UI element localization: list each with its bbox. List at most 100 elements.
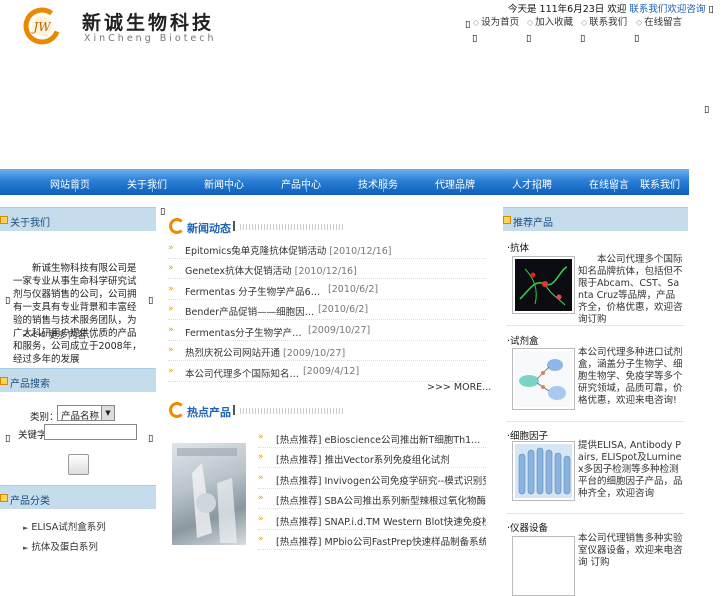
divider <box>506 513 684 514</box>
logo-subtitle: XinCheng Biotech <box>84 33 217 44</box>
news-item[interactable]: » 本公司代理多个国际知名品牌生物试剂产品价格优惠欢迎来电咨询订购 [2009/… <box>168 362 486 382</box>
recommend-image-instrument[interactable] <box>512 536 575 596</box>
svg-text:JW: JW <box>30 20 52 34</box>
logo-title: 新诚生物科技 <box>82 12 215 34</box>
double-arrow-icon: » <box>168 243 174 253</box>
nav-divider <box>75 178 76 192</box>
recommend-image-kit[interactable] <box>512 348 575 410</box>
nav-products[interactable]: 产品中心 <box>281 176 321 191</box>
category-header: 产品分类 <box>0 485 156 509</box>
news-item[interactable]: » Genetex抗体大促销活动 [2010/12/16] <box>168 259 486 279</box>
nav-divider <box>614 178 615 192</box>
about-header: 关于我们 <box>0 207 156 231</box>
nav-contact[interactable]: 联系我们 <box>640 176 680 191</box>
bullet-icon: ◇ <box>636 18 643 27</box>
nav-jobs[interactable]: 人才招聘 <box>512 176 552 191</box>
nav-news[interactable]: 新闻中心 <box>204 176 244 191</box>
search-header: 产品搜索 <box>0 368 156 392</box>
missing-glyph-icon: ▯ <box>5 433 11 444</box>
square-bullet-icon <box>0 216 8 224</box>
title-divider <box>233 405 235 415</box>
double-arrow-icon: » <box>168 263 174 273</box>
title-decoration <box>240 224 345 230</box>
category-item[interactable]: ► 抗体及蛋白系列 <box>23 539 98 553</box>
nav-message[interactable]: 在线留言 <box>589 176 629 191</box>
news-item[interactable]: » Epitomics兔单克隆抗体促销活动 [2010/12/16] <box>168 239 486 259</box>
product-photo[interactable] <box>172 443 246 545</box>
missing-glyph-icon: ▯ <box>5 295 11 306</box>
missing-glyph-icon: ▯ <box>148 433 154 444</box>
missing-glyph-icon: ▯ <box>580 33 586 44</box>
bullet-icon: ◇ <box>473 18 480 27</box>
missing-glyph-icon: ▯ <box>465 19 471 30</box>
divider <box>506 325 684 326</box>
nav-services[interactable]: 技术服务 <box>358 176 398 191</box>
divider <box>506 421 684 422</box>
main-navbar: 网站首页 关于我们 新闻中心 产品中心 技术服务 代理品牌 人才招聘 在线留言 … <box>0 169 689 195</box>
top-link-favorite[interactable]: ◇ 加入收藏 <box>527 14 573 28</box>
news-item[interactable]: » Fermentas 分子生物学产品6月份促销活动火热进行中 [2010/6/… <box>168 280 486 300</box>
square-bullet-icon <box>0 377 8 385</box>
search-keyword-input[interactable] <box>44 424 137 440</box>
recommend-item-title[interactable]: ·细胞因子 <box>507 428 548 442</box>
title-divider <box>233 221 235 231</box>
double-arrow-icon: » <box>168 304 174 314</box>
product-item[interactable]: » [热点推荐] MPbio公司FastPrep快速样品制备系统 <box>258 530 486 550</box>
arrow-icon: ► <box>23 544 29 552</box>
products-title: 热点产品 <box>187 406 231 419</box>
news-item[interactable]: » Fermentas分子生物学产品限时特价 [2009/10/27] <box>168 321 486 341</box>
missing-glyph-icon: ▯ <box>160 206 166 217</box>
double-arrow-icon: » <box>258 473 264 483</box>
double-arrow-icon: » <box>168 325 174 335</box>
search-type-label: 类别： <box>30 412 59 423</box>
double-arrow-icon: » <box>258 514 264 524</box>
missing-glyph-icon: ▯ <box>634 33 640 44</box>
recommend-item-title[interactable]: ·仪器设备 <box>507 520 548 534</box>
search-type-select[interactable]: 产品名称 ▼ <box>57 405 115 422</box>
arrow-icon: ► <box>23 524 29 532</box>
title-decoration <box>240 408 345 414</box>
news-item[interactable]: » Bender产品促销——细胞因子检测试剂盒大优惠活动 [2010/6/2] <box>168 300 486 320</box>
square-bullet-icon <box>0 494 8 502</box>
top-link-message[interactable]: ◇ 在线留言 <box>636 14 682 28</box>
recommend-item-title[interactable]: ·抗体 <box>507 240 529 254</box>
nav-divider <box>460 178 461 192</box>
double-arrow-icon: » <box>258 534 264 544</box>
recommend-text: 本公司代理多个国际知名品牌抗体，包括但不限于Abcam、CST、Santa Cr… <box>578 254 683 325</box>
product-item[interactable]: » [热点推荐] eBioscience公司推出新T细胞Th1... <box>258 428 486 448</box>
nav-about[interactable]: 关于我们 <box>127 176 167 191</box>
chevron-down-icon[interactable]: ▼ <box>101 406 114 420</box>
nav-divider <box>537 178 538 192</box>
double-arrow-icon: » <box>168 345 174 355</box>
top-link-contact[interactable]: ◇ 联系我们 <box>581 14 627 28</box>
recommend-header: 推荐产品 <box>503 207 688 231</box>
recommend-item-title[interactable]: ·试剂盒 <box>507 333 539 347</box>
news-section-icon <box>169 218 185 234</box>
search-submit-button[interactable] <box>68 454 89 475</box>
bullet-icon: ◇ <box>581 18 588 27</box>
product-item[interactable]: » [热点推荐] SBA公司推出系列新型辣根过氧化物酶标记二抗 <box>258 489 486 509</box>
news-item[interactable]: » 热烈庆祝公司网站开通 [2009/10/27] <box>168 341 486 361</box>
product-item[interactable]: » [热点推荐] 推出Vector系列免疫组化试剂 <box>258 448 486 468</box>
missing-glyph-icon: ▯ <box>472 33 478 44</box>
news-more-link[interactable]: >>> MORE... <box>427 382 491 393</box>
recommend-image-antibody[interactable] <box>512 256 575 314</box>
product-item[interactable]: » [热点推荐] SNAP.i.d.TM Western Blot快速免疫检测系… <box>258 510 486 530</box>
recommend-image-cytokine[interactable] <box>512 441 575 501</box>
company-logo-icon[interactable]: JW <box>22 6 62 46</box>
products-section-icon <box>169 402 185 418</box>
category-item[interactable]: ► ELISA试剂盒系列 <box>23 519 106 533</box>
nav-divider <box>383 178 384 192</box>
double-arrow-icon: » <box>258 493 264 503</box>
search-keyword-label: 关键字 <box>18 430 47 441</box>
double-arrow-icon: » <box>258 452 264 462</box>
recommend-text: 本公司代理多种进口试剂盒，涵盖分子生物学、细胞生物学、免疫学等多个研究领域，品质… <box>578 347 683 406</box>
nav-home[interactable]: 网站首页 <box>50 176 90 191</box>
date-line: 今天是 111年6月23日 欢迎 联系我们欢迎咨询 ▯ <box>508 1 714 15</box>
top-link-home[interactable]: ◇ 设为首页 <box>473 14 519 28</box>
nav-brands[interactable]: 代理品牌 <box>435 176 475 191</box>
product-item[interactable]: » [热点推荐] Invivogen公司免疫学研究--模式识别受体... <box>258 469 486 489</box>
nav-divider <box>152 178 153 192</box>
missing-glyph-icon: ▯ <box>148 295 154 306</box>
about-more-link[interactable]: <<< 更多内容... <box>22 327 96 341</box>
